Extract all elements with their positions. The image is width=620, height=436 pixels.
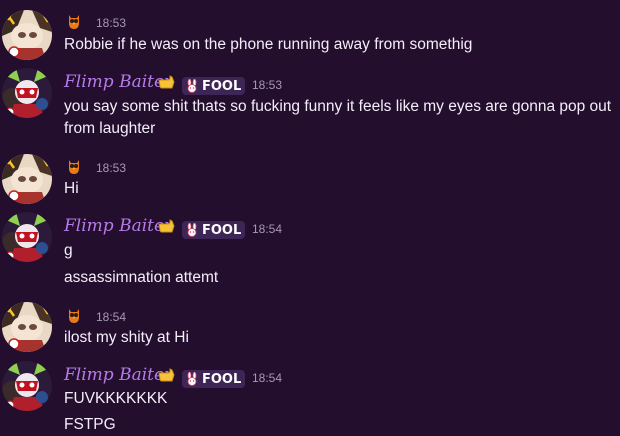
chat-message-list: 18:53 Robbie if he was on the phone runn… — [0, 0, 620, 433]
owl-icon — [66, 13, 82, 36]
avatar[interactable] — [2, 302, 52, 352]
message-text: Robbie if he was on the phone running aw… — [64, 36, 473, 53]
avatar[interactable] — [2, 68, 52, 118]
role-badge[interactable]: FOOL — [182, 77, 246, 95]
avatar[interactable] — [2, 212, 52, 262]
message-text: g — [64, 242, 73, 259]
author-name[interactable]: Flimp Baiter — [64, 72, 172, 92]
timestamp: 18:54 — [96, 310, 127, 324]
bunny-icon — [187, 223, 197, 237]
timestamp: 18:54 — [252, 222, 283, 236]
message-text: FSTPG — [64, 416, 116, 433]
timestamp: 18:53 — [96, 161, 127, 175]
role-badge[interactable]: FOOL — [182, 370, 246, 388]
bunny-icon — [187, 79, 197, 93]
timestamp: 18:53 — [96, 16, 127, 30]
message-text: assassimnation attemt — [64, 269, 219, 286]
pointing-hand-icon — [158, 74, 176, 95]
badge-label: FOOL — [202, 222, 242, 238]
author-name[interactable]: Flimp Baiter — [64, 216, 172, 236]
timestamp: 18:54 — [252, 371, 283, 385]
pointing-hand-icon — [158, 218, 176, 239]
bunny-icon — [187, 372, 197, 386]
badge-label: FOOL — [202, 371, 242, 387]
message-text: Hi — [64, 180, 79, 197]
message-text: you say some shit thats so fucking funny… — [64, 98, 612, 137]
message-text: FUVKKKKKKK — [64, 390, 168, 407]
author-name[interactable]: Flimp Baiter — [64, 365, 172, 385]
avatar[interactable] — [2, 154, 52, 204]
pointing-hand-icon — [158, 367, 176, 388]
timestamp: 18:53 — [252, 78, 283, 92]
badge-label: FOOL — [202, 78, 242, 94]
role-badge[interactable]: FOOL — [182, 221, 246, 239]
message-text: ilost my shity at Hi — [64, 329, 189, 346]
avatar[interactable] — [2, 361, 52, 411]
avatar[interactable] — [2, 10, 52, 60]
